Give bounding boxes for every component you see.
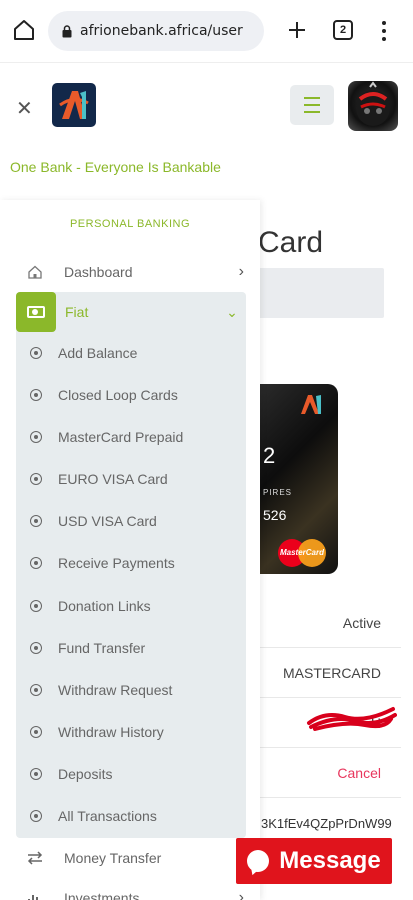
new-tab-icon[interactable] bbox=[285, 18, 309, 42]
card-details-table: Active MASTERCARD H Cancel bbox=[258, 598, 401, 798]
submenu-item-label: Withdraw Request bbox=[58, 682, 173, 698]
submenu-item-euro-visa-card[interactable]: EURO VISA Card bbox=[16, 459, 246, 499]
card-number: 2 bbox=[263, 443, 276, 468]
submenu-item-deposits[interactable]: Deposits bbox=[16, 754, 246, 794]
submenu-item-add-balance[interactable]: Add Balance bbox=[16, 333, 246, 373]
bullet-icon bbox=[30, 768, 42, 780]
card-selector[interactable] bbox=[258, 268, 384, 318]
sidebar-item-label: Money Transfer bbox=[64, 850, 162, 866]
sidebar-item-label: Fiat bbox=[65, 304, 89, 320]
money-icon bbox=[16, 292, 56, 332]
card-cvv: 526 bbox=[263, 507, 287, 523]
bullet-icon bbox=[30, 431, 42, 443]
network-value: MASTERCARD bbox=[258, 648, 401, 698]
card-hash: 3K1fEv4QZpPrDnW99 bbox=[261, 816, 392, 831]
submenu-item-label: MasterCard Prepaid bbox=[58, 429, 184, 445]
tagline-marquee: One Bank - Everyone Is Bankable bbox=[10, 159, 221, 175]
sidebar-heading: PERSONAL BANKING bbox=[69, 218, 191, 230]
mastercard-logo-text: MasterCard bbox=[279, 548, 324, 557]
card-expires-label: PIRES bbox=[263, 488, 293, 497]
url-text: afrionebank.africa/user bbox=[80, 23, 243, 39]
submenu-item-label: Add Balance bbox=[58, 345, 138, 361]
submenu-item-label: USD VISA Card bbox=[58, 513, 157, 529]
bullet-icon bbox=[30, 642, 42, 654]
bullet-icon bbox=[30, 473, 42, 485]
submenu-item-label: Closed Loop Cards bbox=[58, 387, 178, 403]
submenu-item-label: Fund Transfer bbox=[58, 640, 146, 656]
close-sidebar-icon[interactable]: ✕ bbox=[16, 96, 33, 121]
user-avatar[interactable] bbox=[348, 81, 398, 131]
sidebar-item-dashboard[interactable]: Dashboard › bbox=[20, 260, 244, 284]
chevron-down-icon: ⌄ bbox=[226, 303, 238, 320]
lock-icon bbox=[62, 24, 72, 37]
page-title: Card bbox=[258, 226, 324, 259]
sidebar-item-label: Investments bbox=[64, 890, 140, 900]
menu-toggle-button[interactable] bbox=[290, 85, 334, 125]
submenu-item-label: All Transactions bbox=[58, 808, 157, 824]
chart-icon bbox=[28, 895, 38, 900]
submenu-item-label: EURO VISA Card bbox=[58, 471, 168, 487]
bullet-icon bbox=[30, 389, 42, 401]
tab-count: 2 bbox=[339, 24, 347, 36]
submenu-item-label: Donation Links bbox=[58, 598, 151, 614]
home-icon bbox=[28, 265, 42, 279]
message-chat-button[interactable]: Message bbox=[236, 838, 392, 884]
bullet-icon bbox=[30, 810, 42, 822]
app-header: ✕ One Bank - Everyone Is Bankable bbox=[0, 62, 413, 200]
chevron-right-icon: › bbox=[238, 263, 244, 280]
card-brand-logo bbox=[301, 395, 321, 414]
status-value: Active bbox=[258, 598, 401, 648]
submenu-item-all-transactions[interactable]: All Transactions bbox=[16, 796, 246, 836]
tab-switcher-button[interactable]: 2 bbox=[333, 20, 353, 40]
chevron-right-icon: › bbox=[238, 889, 244, 900]
submenu-item-withdraw-history[interactable]: Withdraw History bbox=[16, 712, 246, 752]
bullet-icon bbox=[30, 515, 42, 527]
sidebar-item-fiat[interactable]: Fiat ⌄ bbox=[16, 292, 246, 332]
bullet-icon bbox=[30, 557, 42, 569]
submenu-item-label: Withdraw History bbox=[58, 724, 164, 740]
submenu-item-closed-loop-cards[interactable]: Closed Loop Cards bbox=[16, 375, 246, 415]
message-label: Message bbox=[279, 847, 381, 874]
submenu-item-fund-transfer[interactable]: Fund Transfer bbox=[16, 628, 246, 668]
sidebar-item-investments[interactable]: Investments › bbox=[20, 886, 244, 900]
browser-menu-icon[interactable] bbox=[378, 18, 390, 44]
submenu-item-withdraw-request[interactable]: Withdraw Request bbox=[16, 670, 246, 710]
submenu-item-mastercard-prepaid[interactable]: MasterCard Prepaid bbox=[16, 417, 246, 457]
submenu-item-donation-links[interactable]: Donation Links bbox=[16, 586, 246, 626]
home-icon[interactable] bbox=[12, 18, 36, 42]
bullet-icon bbox=[30, 600, 42, 612]
bullet-icon bbox=[30, 726, 42, 738]
sidebar-item-money-transfer[interactable]: Money Transfer › bbox=[20, 846, 244, 870]
sidebar-item-label: Dashboard bbox=[64, 264, 133, 280]
submenu-item-label: Receive Payments bbox=[58, 555, 175, 571]
afrione-logo[interactable] bbox=[52, 83, 96, 127]
redaction-scribble bbox=[307, 707, 397, 731]
transfer-arrows-icon bbox=[27, 851, 43, 865]
address-bar[interactable]: afrionebank.africa/user bbox=[48, 11, 264, 51]
cancel-card-button[interactable]: Cancel bbox=[258, 748, 401, 798]
mastercard-logo: MasterCard bbox=[278, 539, 326, 567]
bullet-icon bbox=[30, 684, 42, 696]
chat-bubble-icon bbox=[247, 850, 270, 872]
submenu-item-receive-payments[interactable]: Receive Payments bbox=[16, 543, 246, 583]
browser-toolbar: afrionebank.africa/user 2 bbox=[0, 0, 413, 62]
submenu-item-usd-visa-card[interactable]: USD VISA Card bbox=[16, 501, 246, 541]
submenu-item-label: Deposits bbox=[58, 766, 113, 782]
bullet-icon bbox=[30, 347, 42, 359]
